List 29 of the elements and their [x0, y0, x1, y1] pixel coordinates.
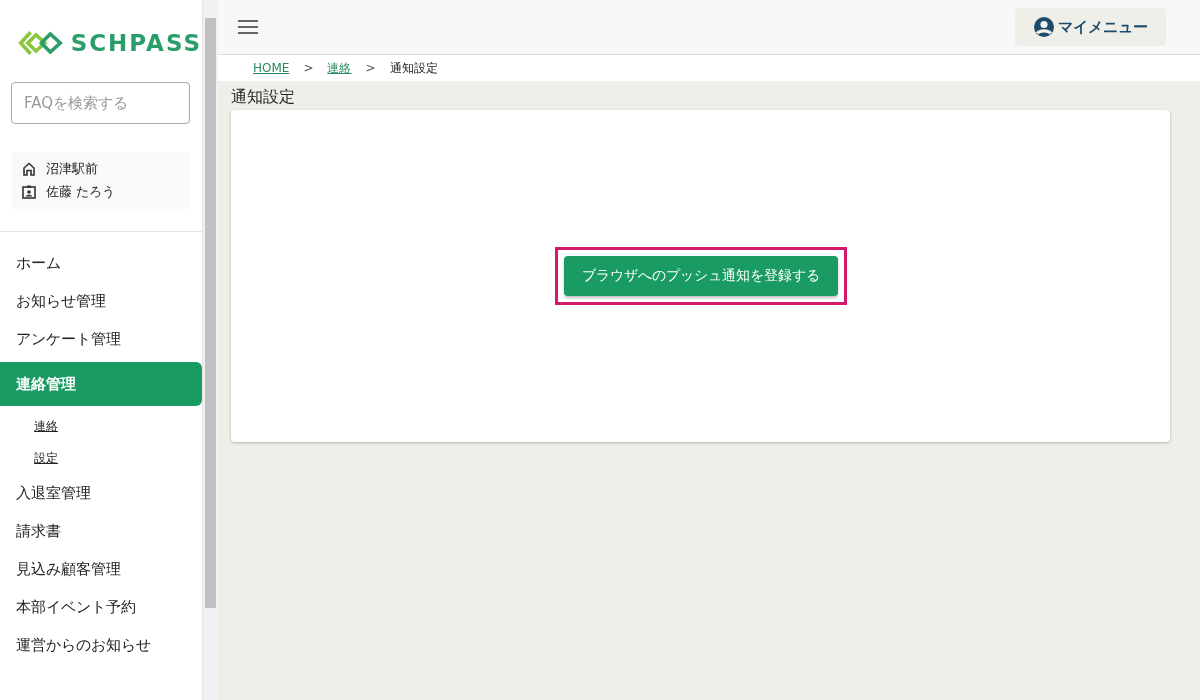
sidebar-subitem[interactable]: 連絡: [0, 410, 202, 442]
register-push-button[interactable]: ブラウザへのプッシュ通知を登録する: [563, 256, 838, 296]
user-info-text: 沼津駅前: [46, 160, 98, 178]
house-icon: [22, 162, 36, 176]
sidebar-item[interactable]: アンケート管理: [0, 320, 202, 358]
breadcrumb-current: 通知設定: [389, 59, 438, 77]
logo-icon: [18, 28, 65, 58]
breadcrumb-link[interactable]: 連絡: [327, 59, 352, 77]
user-info-text: 佐藤 たろう: [46, 183, 116, 201]
sidebar-item[interactable]: 請求書: [0, 512, 202, 550]
sidebar-item[interactable]: 入退室管理: [0, 474, 202, 512]
menu-icon[interactable]: [237, 19, 259, 35]
sidebar-item[interactable]: 運営からのお知らせ: [0, 626, 202, 664]
scrollbar[interactable]: [203, 0, 218, 700]
user-icon: [1033, 16, 1055, 38]
id-badge-icon: [22, 185, 36, 199]
breadcrumb-link[interactable]: HOME: [253, 61, 290, 75]
sidebar-item[interactable]: 連絡管理: [0, 362, 202, 406]
sidebar-item[interactable]: ホーム: [0, 244, 202, 282]
breadcrumb-separator: >: [303, 61, 314, 75]
my-menu-button[interactable]: マイメニュー: [1015, 8, 1166, 46]
sidebar-item[interactable]: 本部イベント予約: [0, 588, 202, 626]
breadcrumb-separator: >: [365, 61, 376, 75]
sidebar-item[interactable]: 見込み顧客管理: [0, 550, 202, 588]
page-title: 通知設定: [231, 87, 296, 108]
sidebar-subitem[interactable]: 設定: [0, 442, 202, 474]
sidebar-item[interactable]: お知らせ管理: [0, 282, 202, 320]
logo-text: SCHPASS: [70, 30, 202, 56]
search-field[interactable]: FAQを検索する: [11, 82, 190, 124]
